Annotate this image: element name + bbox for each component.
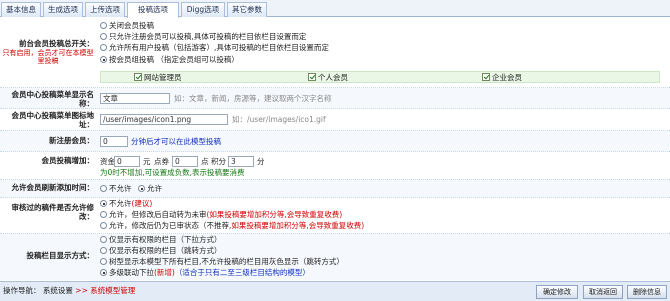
tab-submission-options[interactable]: 投稿选项 (127, 2, 179, 18)
column-option-tree[interactable]: 树型显示本模型下所有栏目,不允许投稿的栏目用灰色显示（跳转方式） (100, 257, 344, 267)
row-allow-modify: 审核过的稿件是否允许修改： 不允许(建议) 允许，但修改后自动转为未审(如果投稿… (0, 198, 670, 234)
submit-option-all-users[interactable]: 允许所有用户投稿（包括游客）,具体可投稿的栏目依栏目设置而定 (100, 43, 329, 53)
points-label: 点券 (154, 157, 169, 166)
radio-icon[interactable] (100, 222, 107, 229)
breadcrumb-system-settings[interactable]: 系统设置 (43, 286, 73, 295)
icon-url-input[interactable]: /user/images/icon1.png (100, 114, 228, 125)
confirm-button[interactable]: 确定修改 (536, 285, 578, 299)
modify-option-deny[interactable]: 不允许(建议) (100, 199, 152, 209)
display-name-input[interactable]: 文章 (100, 93, 170, 104)
icon-url-label: 会员中心投稿菜单图标地址： (11, 111, 95, 129)
tab-generate-options[interactable]: 生成选项 (43, 2, 83, 17)
new-member-label: 新注册会员： (49, 136, 94, 145)
row-new-member: 新注册会员： 0 分钟后才可以在此模型投稿 (0, 131, 670, 152)
score-label: 积分 (211, 157, 226, 166)
radio-icon[interactable] (100, 22, 107, 29)
radio-selected-icon[interactable] (138, 185, 145, 192)
modify-option-allow-unreview[interactable]: 允许，但修改后自动转为未审(如果投稿要增加积分等,会导致重复收费) (100, 210, 342, 220)
column-option-dropdown[interactable]: 仅显示有权限的栏目（下拉方式） (100, 235, 222, 245)
row-column-display: 投稿栏目显示方式： 仅显示有权限的栏目（下拉方式） 仅显示有权限的栏目（跳转方式… (0, 234, 670, 280)
funds-input[interactable]: 0 (114, 156, 140, 167)
allow-modify-label: 审核过的稿件是否允许修改： (11, 203, 95, 221)
row-submission-reward: 会员投稿增加： 资金 0 元 点券 0 点 积分 3 分 为0时不增加,可设置成… (0, 152, 670, 180)
radio-icon[interactable] (100, 247, 107, 254)
modify-option-allow-reviewed[interactable]: 允许，修改后仍为已审状态（不推荐,如果投稿要增加积分等,会导致重复收费) (100, 221, 364, 231)
display-name-hint: 如：文章，新闻，房源等，建议取两个汉字名称 (174, 94, 332, 103)
radio-selected-icon[interactable] (100, 200, 107, 207)
submit-option-by-group[interactable]: 按会员组投稿 （指定会员组可以投稿） (100, 55, 239, 65)
radio-icon[interactable] (100, 44, 107, 51)
tab-digg-options[interactable]: Digg选项 (181, 2, 225, 17)
radio-selected-icon[interactable] (100, 269, 107, 276)
breadcrumb: 操作导航： 系统设置 >> 系统模型管理 (3, 286, 136, 295)
radio-icon[interactable] (100, 211, 107, 218)
submit-switch-label: 前台会员投稿总开关： 只有启用，会员才可在本模型里投稿 (2, 39, 95, 65)
row-icon-url: 会员中心投稿菜单图标地址： /user/images/icon1.png 如：/… (0, 109, 670, 131)
cancel-button[interactable]: 取消返回 (583, 285, 623, 299)
points-input[interactable]: 0 (172, 156, 198, 167)
radio-icon[interactable] (100, 258, 107, 265)
group-checkbox-personal[interactable]: 个人会员 (308, 73, 348, 83)
refresh-option-allow[interactable]: 允许 (138, 184, 162, 194)
column-option-cascade[interactable]: 多级联动下拉(新增)（适合于只有二至三级栏目结构的模型） (100, 268, 310, 278)
row-display-name: 会员中心投稿菜单显示名称： 文章 如：文章，新闻，房源等，建议取两个汉字名称 (0, 88, 670, 109)
column-display-label: 投稿栏目显示方式： (26, 251, 95, 260)
group-checkbox-admin[interactable]: 网站管理员 (134, 73, 182, 83)
funds-unit: 元 (143, 157, 151, 166)
radio-selected-icon[interactable] (100, 56, 107, 63)
radio-icon[interactable] (100, 185, 107, 192)
reward-note: 为0时不增加,可设置成负数,表示投稿要消费 (100, 168, 245, 177)
group-checkbox-enterprise[interactable]: 企业会员 (482, 73, 522, 83)
radio-icon[interactable] (100, 33, 107, 40)
row-submit-switch: 前台会员投稿总开关： 只有启用，会员才可在本模型里投稿 关闭会员投稿 只允许注册… (0, 18, 670, 88)
new-member-suffix: 分钟后才可以在此模型投稿 (131, 137, 221, 146)
radio-icon[interactable] (100, 236, 107, 243)
checkbox-checked-icon[interactable] (134, 73, 142, 81)
delete-button[interactable]: 删除信息 (627, 285, 667, 299)
refresh-time-label: 允许会员刷新添加时间： (11, 183, 95, 192)
footer-bar: 操作导航： 系统设置 >> 系统模型管理 确定修改 取消返回 删除信息 (0, 281, 670, 301)
submit-option-registered[interactable]: 只允许注册会员可以投稿,具体可投稿的栏目依栏目设置而定 (100, 32, 306, 42)
tab-bar: 基本信息 生成选项 上传选项 投稿选项 Digg选项 其它参数 (0, 0, 670, 18)
icon-url-hint: 如：/user/images/ico1.gif (232, 115, 326, 124)
points-unit: 点 (201, 157, 209, 166)
submit-switch-note: 只有启用，会员才可在本模型里投稿 (2, 48, 94, 65)
new-member-minutes-input[interactable]: 0 (100, 136, 128, 147)
member-group-list (100, 71, 660, 83)
reward-label: 会员投稿增加： (41, 156, 95, 165)
checkbox-checked-icon[interactable] (308, 73, 316, 81)
column-option-jump[interactable]: 仅显示有权限的栏目（跳转方式） (100, 246, 222, 256)
row-refresh-time: 允许会员刷新添加时间： 不允许 允许 (0, 180, 670, 198)
funds-label: 资金 (100, 157, 115, 166)
score-input[interactable]: 3 (228, 156, 254, 167)
checkbox-checked-icon[interactable] (482, 73, 490, 81)
tab-upload-options[interactable]: 上传选项 (85, 2, 125, 17)
refresh-option-deny[interactable]: 不允许 (100, 184, 132, 194)
display-name-label: 会员中心投稿菜单显示名称： (11, 90, 95, 108)
breadcrumb-model-manage[interactable]: 系统模型管理 (90, 286, 135, 295)
tab-basic-info[interactable]: 基本信息 (1, 2, 41, 17)
score-unit: 分 (257, 157, 265, 166)
tab-other-params[interactable]: 其它参数 (227, 2, 267, 17)
submit-option-closed[interactable]: 关闭会员投稿 (100, 21, 154, 31)
